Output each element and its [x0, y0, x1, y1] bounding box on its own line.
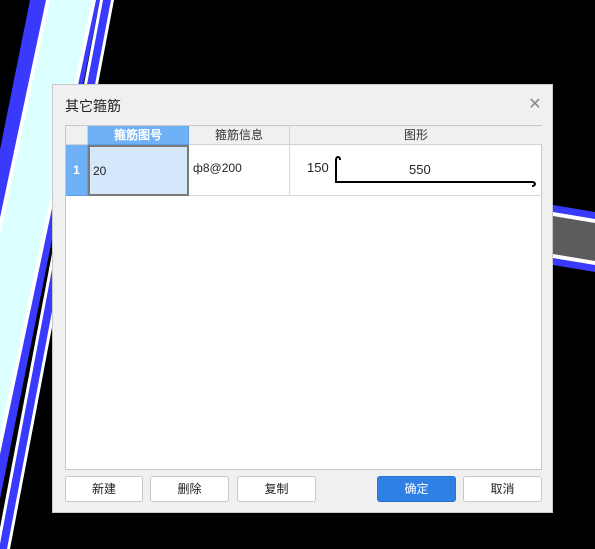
other-stirrups-dialog: 其它箍筋 ✕ 箍筋图号 箍筋信息 图形 1 20 ф8@200 150 550 …: [52, 84, 553, 513]
table-cell-info[interactable]: ф8@200: [189, 145, 290, 196]
close-icon[interactable]: ✕: [527, 97, 543, 113]
shape-hook-left: [335, 156, 341, 161]
ok-button[interactable]: 确定: [377, 476, 456, 502]
cancel-button[interactable]: 取消: [463, 476, 542, 502]
column-header-info[interactable]: 箍筋信息: [189, 126, 290, 145]
copy-button[interactable]: 复制: [237, 476, 316, 502]
shape-stirrup-line: [335, 160, 536, 187]
stirrup-shape-drawing: [335, 156, 536, 187]
shape-label-length: 550: [409, 162, 431, 177]
dialog-title: 其它箍筋: [65, 98, 121, 114]
stirrup-table: 箍筋图号 箍筋信息 图形 1 20 ф8@200 150 550: [65, 125, 542, 470]
new-button[interactable]: 新建: [65, 476, 143, 502]
shape-label-left: 150: [307, 160, 329, 175]
column-header-shape[interactable]: 图形: [290, 126, 542, 145]
delete-button[interactable]: 删除: [150, 476, 229, 502]
row-header-corner: [66, 126, 88, 145]
column-header-figure-no[interactable]: 箍筋图号: [88, 126, 189, 145]
table-cell-shape[interactable]: 150 550: [290, 145, 542, 196]
info-value: ф8@200: [193, 161, 242, 175]
figure-no-value: 20: [93, 164, 107, 178]
table-cell-figure-no[interactable]: 20: [88, 145, 189, 196]
stripe-right-fill: [553, 216, 595, 261]
row-number[interactable]: 1: [66, 145, 88, 196]
